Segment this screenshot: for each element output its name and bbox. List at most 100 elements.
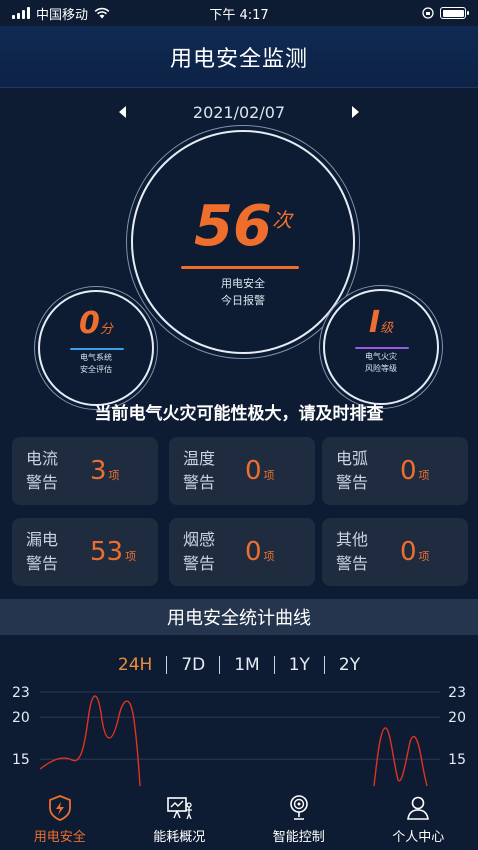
card-label-line2: 警告	[25, 554, 58, 573]
card-count: 0	[400, 456, 417, 486]
app-header: 用电安全监测	[0, 26, 478, 88]
fire-risk-level: Ⅰ级	[325, 305, 437, 340]
time-range-selector: 24H 7D 1M 1Y 2Y	[0, 652, 478, 678]
card-count: 0	[245, 537, 262, 567]
card-label-line1: 漏电	[25, 530, 58, 549]
status-bar: 中国移动 下午 4:17	[0, 0, 478, 26]
tab-label: 用电安全	[33, 830, 86, 845]
alarm-label-line1: 用电安全	[221, 277, 265, 290]
prev-date-button[interactable]	[113, 102, 133, 122]
card-label-line2: 警告	[335, 554, 368, 573]
card-label: 温度 警告	[169, 447, 229, 495]
safety-score-label-line1: 电气系统	[80, 353, 112, 362]
fire-risk-label-line1: 电气火灾	[365, 352, 397, 361]
battery-icon	[440, 7, 469, 19]
user-icon	[407, 796, 430, 820]
card-label-line1: 其他	[335, 530, 368, 549]
presentation-chart-icon	[167, 797, 193, 820]
card-unit: 项	[418, 550, 430, 563]
alarm-label-line2: 今日报警	[221, 294, 265, 307]
tab-personal-center[interactable]: 个人中心	[359, 788, 478, 850]
tab-label: 个人中心	[392, 830, 445, 845]
range-1m[interactable]: 1M	[234, 655, 259, 675]
tab-energy-overview[interactable]: 能耗概况	[120, 788, 240, 850]
card-count: 0	[245, 456, 262, 486]
safety-score-unit: 分	[99, 322, 113, 337]
range-divider	[273, 656, 275, 674]
card-arc-warning[interactable]: 电弧 警告 0项	[322, 437, 468, 505]
card-temperature-warning[interactable]: 温度警告 0项	[169, 437, 315, 505]
y-tick-label: 23	[448, 685, 466, 701]
range-24h[interactable]: 24H	[118, 655, 152, 675]
card-label: 电弧 警告	[322, 447, 382, 495]
chart-series-line	[39, 695, 141, 787]
safety-score-gauge[interactable]: 0分 电气系统 安全评估	[38, 290, 154, 406]
shield-bolt-icon	[48, 795, 71, 821]
safety-score-underline	[70, 348, 124, 350]
card-label: 漏电 警告	[12, 528, 72, 576]
safety-statistics-chart[interactable]: 23 23 20 20 15 15	[0, 680, 478, 790]
range-2y[interactable]: 2Y	[339, 655, 360, 675]
fire-risk-value: Ⅰ	[368, 305, 381, 340]
card-current-warning[interactable]: 电流警告 3项	[12, 437, 158, 505]
card-label-line2: 警告	[25, 473, 58, 492]
tab-label: 能耗概况	[153, 830, 206, 845]
card-label: 其他 警告	[322, 528, 382, 576]
date-selector: 2021/02/07	[0, 98, 478, 126]
tab-smart-control[interactable]: 智能控制	[239, 788, 359, 850]
alarm-count: 56次	[133, 194, 353, 259]
wifi-icon	[94, 7, 110, 19]
page-title: 用电安全监测	[169, 46, 308, 72]
y-tick-label: 23	[12, 685, 30, 701]
range-divider	[219, 656, 221, 674]
safety-score-label-line2: 安全评估	[80, 365, 112, 374]
range-divider	[166, 656, 168, 674]
card-count: 3	[90, 456, 107, 486]
y-tick-label: 20	[448, 710, 466, 726]
alarm-count-unit: 次	[271, 208, 292, 232]
y-tick-label: 20	[12, 710, 30, 726]
tab-electric-safety[interactable]: 用电安全	[0, 788, 120, 850]
signal-icon	[12, 7, 30, 19]
tab-label: 智能控制	[272, 830, 325, 845]
y-tick-label: 15	[448, 752, 466, 768]
carrier-label: 中国移动	[36, 7, 89, 23]
safety-score: 0分	[40, 306, 152, 341]
card-label-line2: 警告	[335, 473, 368, 492]
card-label: 烟感 警告	[169, 528, 229, 576]
card-label-line2: 警告	[182, 473, 215, 492]
card-label-line1: 电流	[25, 449, 58, 468]
card-smoke-warning[interactable]: 烟感 警告 0项	[169, 518, 315, 586]
range-1y[interactable]: 1Y	[289, 655, 310, 675]
card-count: 53	[90, 537, 124, 567]
chart-grid	[40, 691, 440, 760]
card-unit: 项	[263, 469, 275, 482]
chart-series-line	[373, 727, 428, 787]
range-7d[interactable]: 7D	[181, 655, 205, 675]
fire-risk-underline	[355, 347, 409, 349]
card-label-line2: 警告	[182, 554, 215, 573]
card-unit: 项	[108, 469, 120, 482]
card-unit: 项	[418, 469, 430, 482]
caret-left-icon	[118, 106, 126, 118]
fire-risk-gauge[interactable]: Ⅰ级 电气火灾 风险等级	[323, 289, 439, 405]
fire-risk-unit: 级	[380, 321, 394, 336]
alarm-count-value: 56	[194, 194, 272, 259]
next-date-button[interactable]	[345, 102, 365, 122]
safety-score-value: 0	[79, 306, 100, 341]
card-unit: 项	[125, 550, 137, 563]
card-label: 电流 警告	[12, 447, 72, 495]
today-alarm-gauge[interactable]: 56次 用电安全 今日报警	[131, 130, 355, 354]
alarm-underline	[181, 266, 299, 269]
caret-right-icon	[352, 106, 360, 118]
fire-warning-message: 当前电气火灾可能性极大，请及时排查	[94, 404, 384, 424]
status-left: 中国移动	[12, 4, 110, 23]
card-other-warning[interactable]: 其他 警告 0项	[322, 518, 468, 586]
card-leakage-warning[interactable]: 漏电警告 53 项	[12, 518, 158, 586]
y-tick-label: 15	[12, 752, 30, 768]
card-label-line1: 烟感	[182, 530, 215, 549]
smart-control-icon	[289, 795, 308, 820]
current-date: 2021/02/07	[192, 102, 286, 122]
status-right	[422, 7, 469, 19]
card-label-line1: 温度	[182, 449, 215, 468]
